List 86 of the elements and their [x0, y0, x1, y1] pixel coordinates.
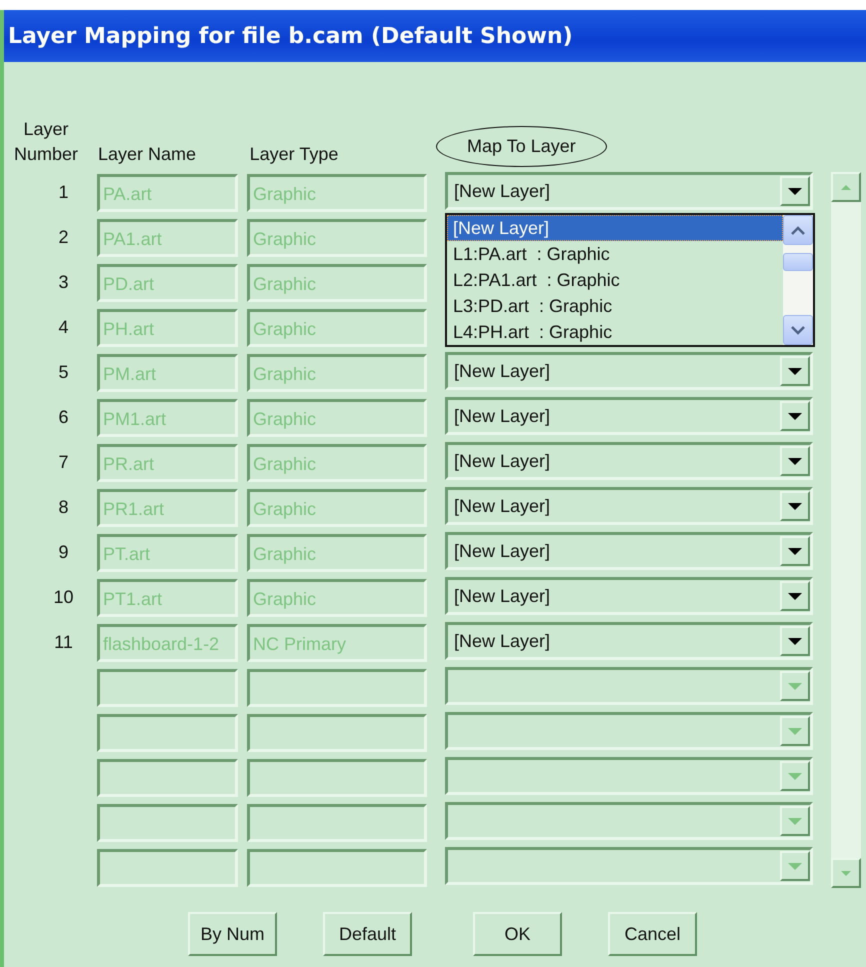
- layer-name-field[interactable]: PH.art: [97, 308, 238, 346]
- column-header: Layer Type: [248, 143, 340, 166]
- layer-name-field[interactable]: PT1.art: [97, 578, 238, 616]
- layer-type-field[interactable]: Graphic: [247, 398, 427, 436]
- column-header: Map To Layer: [436, 126, 607, 167]
- layer-name-field[interactable]: PM.art: [97, 354, 238, 392]
- layer-number: 8: [58, 497, 68, 518]
- dropdown-button[interactable]: [780, 401, 810, 431]
- layer-number: 9: [58, 542, 68, 563]
- layer-type-field[interactable]: [247, 804, 427, 842]
- layer-name-field[interactable]: [97, 848, 238, 886]
- map-to-layer-dropdown[interactable]: [445, 847, 813, 885]
- layer-type-field[interactable]: Graphic: [247, 354, 427, 392]
- dropdown-button[interactable]: [780, 581, 810, 611]
- scroll-down-button[interactable]: [783, 315, 813, 345]
- scroll-up-button[interactable]: [783, 215, 813, 245]
- layer-name-field[interactable]: PT.art: [97, 534, 238, 572]
- layer-number: 3: [58, 272, 68, 293]
- layer-name-field[interactable]: flashboard-1-2: [97, 624, 238, 662]
- layer-type-field[interactable]: Graphic: [247, 174, 427, 212]
- layer-number: 6: [58, 407, 68, 428]
- column-header: Layer Name: [96, 143, 198, 166]
- layer-type-field[interactable]: Graphic: [247, 578, 427, 616]
- map-to-layer-dropdown[interactable]: [New Layer]: [445, 442, 813, 480]
- layer-type-field[interactable]: [247, 758, 427, 796]
- layer-type-field[interactable]: [247, 714, 427, 752]
- map-to-layer-dropdown[interactable]: [New Layer]: [445, 352, 813, 390]
- dropdown-button[interactable]: [780, 491, 810, 521]
- layer-type-field[interactable]: Graphic: [247, 488, 427, 526]
- layer-number: 5: [58, 362, 68, 383]
- layer-name-field[interactable]: [97, 668, 238, 706]
- layer-number: 10: [53, 587, 74, 608]
- dialog-button[interactable]: Default: [323, 912, 412, 956]
- layer-type-field[interactable]: Graphic: [247, 308, 427, 346]
- list-option[interactable]: L1:PA.art : Graphic: [447, 241, 783, 267]
- list-option[interactable]: L3:PD.art : Graphic: [447, 293, 783, 319]
- layer-name-field[interactable]: PM1.art: [97, 398, 238, 436]
- chevron-up-icon: [791, 226, 805, 234]
- dialog-button[interactable]: By Num: [188, 912, 277, 956]
- map-to-layer-dropdown[interactable]: [New Layer]: [445, 622, 813, 660]
- map-to-layer-dropdown[interactable]: [445, 802, 813, 840]
- layer-number: 2: [58, 227, 68, 248]
- dropdown-button[interactable]: [780, 176, 810, 206]
- layer-name-field[interactable]: PR1.art: [97, 488, 238, 526]
- map-to-layer-dropdown[interactable]: [445, 757, 813, 795]
- layer-type-field[interactable]: NC Primary: [247, 624, 427, 662]
- dialog-button[interactable]: OK: [473, 912, 562, 956]
- up-arrow-icon: [841, 184, 851, 190]
- layer-name-field[interactable]: PA1.art: [97, 218, 238, 256]
- layer-name-field[interactable]: [97, 758, 238, 796]
- list-option[interactable]: L2:PA1.art : Graphic: [447, 267, 783, 293]
- scroll-thumb[interactable]: [783, 253, 813, 271]
- dropdown-button[interactable]: [780, 446, 810, 476]
- dropdown-button[interactable]: [780, 356, 810, 386]
- map-to-layer-dropdown[interactable]: [New Layer]: [445, 172, 813, 210]
- layer-name-field[interactable]: PA.art: [97, 174, 238, 212]
- layer-type-field[interactable]: Graphic: [247, 264, 427, 302]
- dialog-button[interactable]: Cancel: [608, 912, 697, 956]
- layer-name-field[interactable]: PR.art: [97, 444, 238, 482]
- layer-type-field[interactable]: Graphic: [247, 534, 427, 572]
- map-to-layer-dropdown[interactable]: [New Layer]: [445, 397, 813, 435]
- layer-name-field[interactable]: [97, 804, 238, 842]
- layer-type-field[interactable]: Graphic: [247, 444, 427, 482]
- window-title: Layer Mapping for file b.cam (Default Shown): [8, 24, 573, 48]
- dropdown-button[interactable]: [780, 626, 810, 656]
- layer-name-field[interactable]: [97, 714, 238, 752]
- list-option[interactable]: L4:PH.art : Graphic: [447, 319, 783, 345]
- map-to-layer-dropdown[interactable]: [New Layer]: [445, 532, 813, 570]
- layer-number: 7: [58, 452, 68, 473]
- layer-type-field[interactable]: Graphic: [247, 218, 427, 256]
- layer-number: 4: [58, 317, 68, 338]
- chevron-down-icon: [791, 326, 805, 334]
- map-to-layer-dropdown[interactable]: [445, 712, 813, 750]
- layer-type-field[interactable]: [247, 668, 427, 706]
- map-to-layer-dropdown[interactable]: [445, 667, 813, 705]
- layer-number: 11: [54, 632, 73, 653]
- layer-name-field[interactable]: PD.art: [97, 264, 238, 302]
- column-header: Layer Number: [12, 118, 80, 166]
- layer-type-field[interactable]: [247, 848, 427, 886]
- map-to-layer-dropdown[interactable]: [New Layer]: [445, 577, 813, 615]
- list-option[interactable]: [New Layer]: [447, 215, 783, 241]
- dropdown-button[interactable]: [780, 536, 810, 566]
- list-scrollbar[interactable]: [783, 215, 813, 345]
- map-to-layer-dropdown[interactable]: [New Layer]: [445, 487, 813, 525]
- layer-number: 1: [58, 182, 68, 203]
- down-arrow-icon: [841, 870, 851, 876]
